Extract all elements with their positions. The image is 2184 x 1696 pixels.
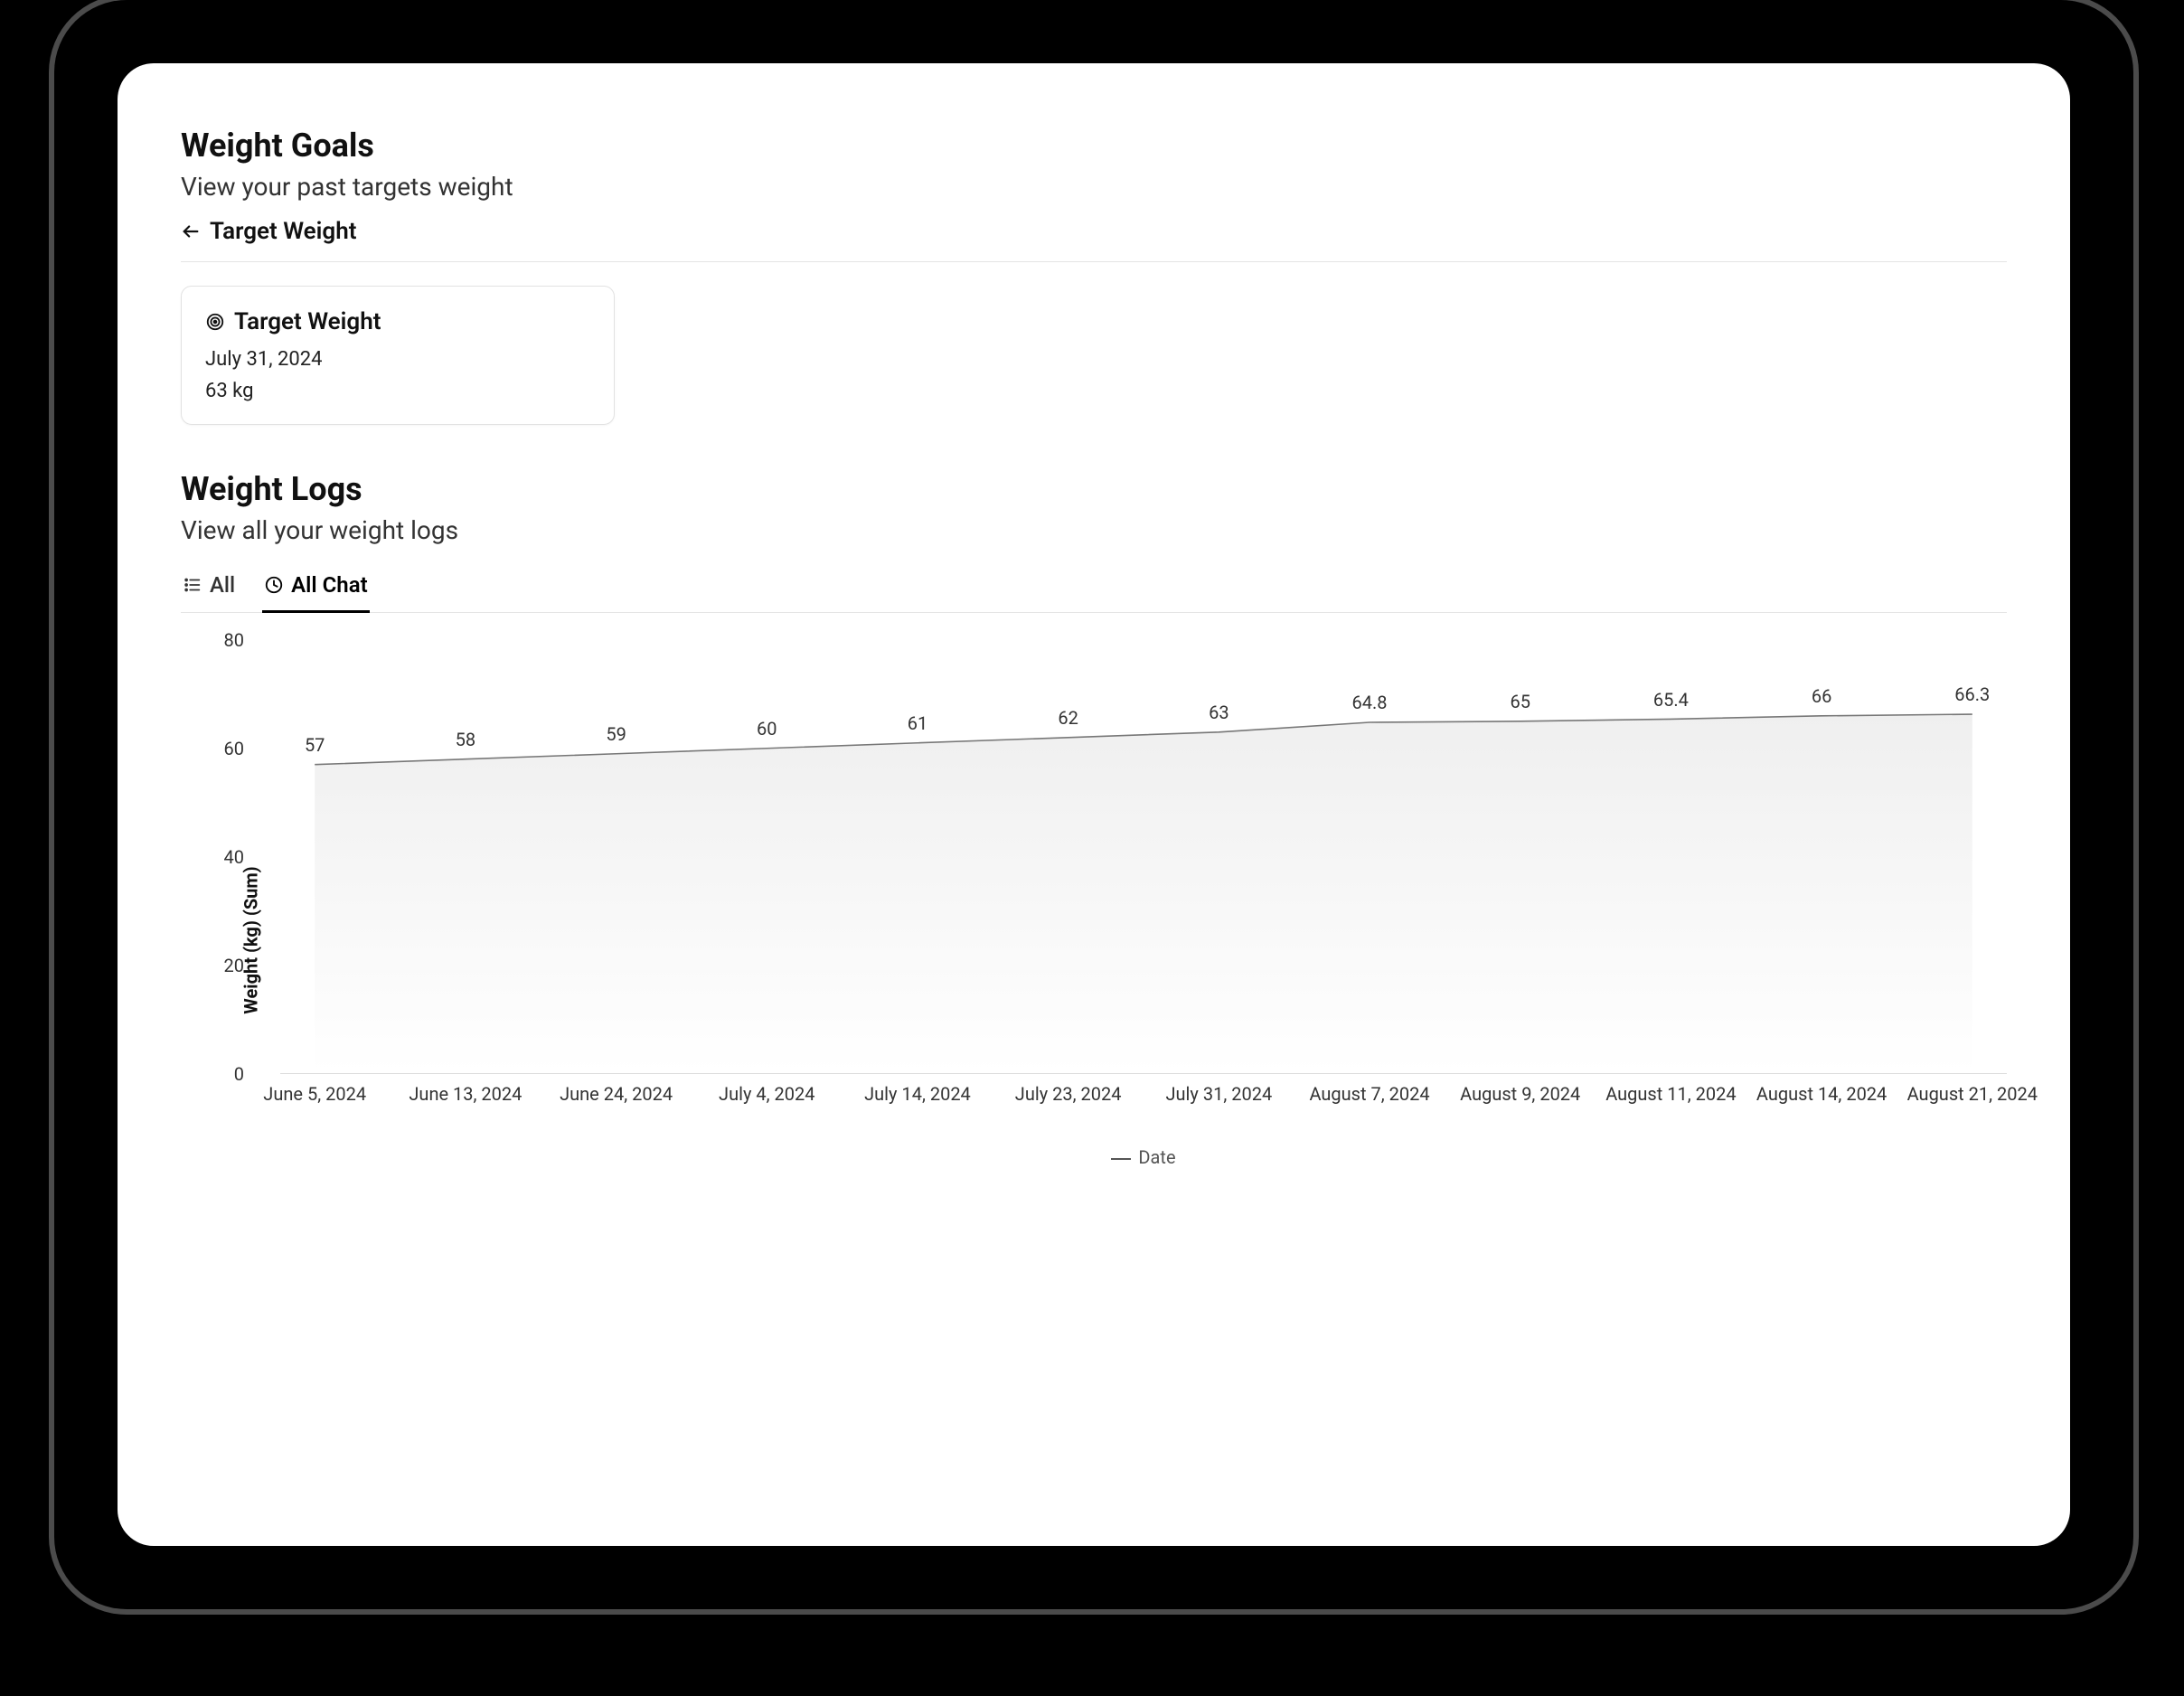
chart-xtick: August 7, 2024 [1309,1083,1429,1105]
page-subtitle-goals: View your past targets weight [181,172,2007,202]
card-head: Target Weight [205,308,590,335]
back-target-weight[interactable]: Target Weight [181,218,2007,262]
tab-all-chat-label: All Chat [291,572,368,598]
chart-point-label: 58 [456,729,475,750]
chart-point-label: 66.3 [1954,683,1990,705]
chart-point-label: 57 [305,734,325,756]
chart-yticks: 020406080 [208,640,244,1074]
chart-ytick: 80 [208,629,244,651]
card-date: July 31, 2024 [205,348,590,371]
chart-point-label: 66 [1812,685,1831,707]
chart-ytick: 60 [208,738,244,759]
logs-tabs: All All Chat [181,561,2007,613]
chart-ytick: 20 [208,955,244,976]
chart-svg [280,640,2007,1073]
tab-all-chat[interactable]: All Chat [262,561,370,613]
weight-chart: Weight (kg) (Sum) 020406080 575859606 [181,640,2007,1240]
page-title-goals: Weight Goals [181,127,2007,165]
list-icon [183,575,202,595]
target-icon [205,312,225,332]
arrow-left-icon [181,221,201,241]
chart-point-label: 65 [1510,691,1530,712]
chart-point-label: 63 [1209,702,1228,723]
chart-point-label: 65.4 [1653,689,1689,711]
legend-label: Date [1138,1146,1175,1168]
chart-xtick: June 24, 2024 [560,1083,673,1105]
chart-legend: Date [280,1146,2007,1168]
legend-dash-icon [1111,1158,1131,1160]
page-subtitle-logs: View all your weight logs [181,515,2007,545]
clock-icon [264,575,284,595]
card-value: 63 kg [205,380,590,402]
tablet-bezel: Weight Goals View your past targets weig… [54,0,2133,1609]
app-screen: Weight Goals View your past targets weig… [118,63,2070,1546]
chart-point-label: 59 [606,723,626,745]
chart-xtick: July 4, 2024 [719,1083,814,1105]
tab-all[interactable]: All [181,561,237,613]
page-title-logs: Weight Logs [181,470,2007,508]
chart-xtick: August 21, 2024 [1907,1083,2038,1105]
chart-xtick: July 23, 2024 [1015,1083,1122,1105]
chart-xtick: July 31, 2024 [1166,1083,1273,1105]
chart-ytick: 40 [208,846,244,868]
chart-ytick: 0 [208,1063,244,1085]
chart-point-label: 64.8 [1352,692,1388,713]
chart-xtick: July 14, 2024 [864,1083,971,1105]
card-title: Target Weight [234,308,381,335]
chart-xtick: August 14, 2024 [1756,1083,1887,1105]
chart-xtick: August 11, 2024 [1605,1083,1736,1105]
device-frame: Weight Goals View your past targets weig… [0,0,2184,1696]
chart-plot-area: 57 58 59 60 61 62 63 64.8 65 65.4 66 66.3 [280,640,2007,1074]
chart-xtick: June 13, 2024 [409,1083,522,1105]
chart-point-label: 61 [908,712,927,734]
chart-xtick: June 5, 2024 [263,1083,366,1105]
target-weight-card[interactable]: Target Weight July 31, 2024 63 kg [181,286,615,425]
chart-xtick: August 9, 2024 [1460,1083,1580,1105]
chart-point-label: 62 [1058,707,1078,729]
chart-point-label: 60 [757,718,777,740]
chart-xticks: June 5, 2024June 13, 2024June 24, 2024Ju… [280,1083,2007,1110]
tab-all-label: All [210,572,235,598]
back-label: Target Weight [210,218,356,245]
